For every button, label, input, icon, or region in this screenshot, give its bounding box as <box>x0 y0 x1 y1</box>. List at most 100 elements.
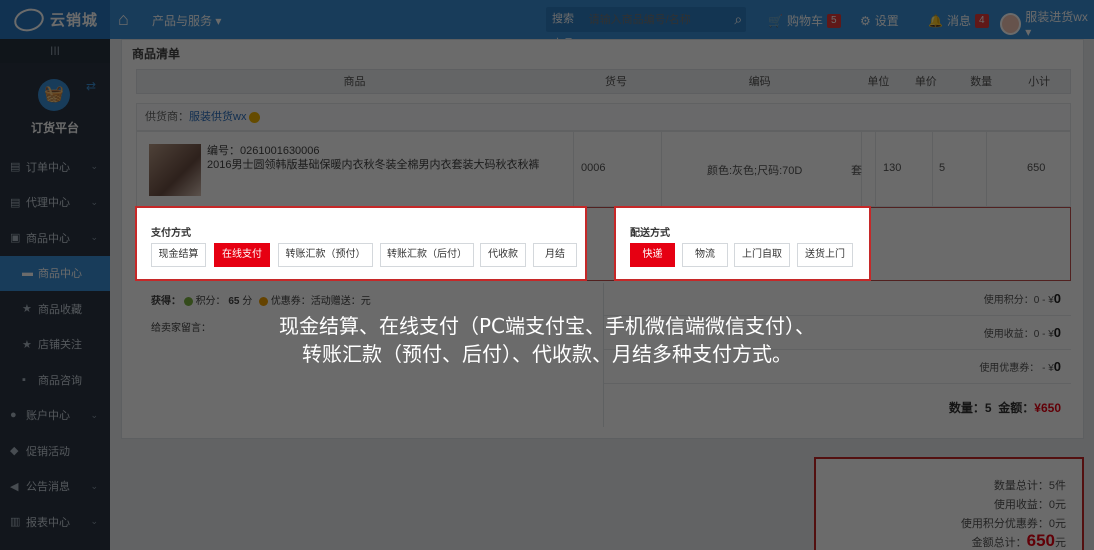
delivery-option-express[interactable]: 快递 <box>630 243 675 267</box>
sidebar-item-goods[interactable]: ▣ 商品中心 ⌄ <box>0 220 110 256</box>
column-divider <box>573 132 574 206</box>
home-icon[interactable]: ⌂ <box>118 9 129 30</box>
product-info: 编号：0261001630006 2016男士圆领韩版基础保暖内衣秋冬装全棉男内… <box>207 144 539 172</box>
sidebar-item-promotions[interactable]: ◆ 促销活动 <box>0 433 110 469</box>
points-used-label: 使用积分：0 - ¥ <box>983 295 1054 306</box>
gain-label: 获得： <box>151 296 181 307</box>
user-menu[interactable]: 服装进货wx ▾ <box>1000 8 1094 39</box>
settings-button[interactable]: ⚙ 设置 <box>860 12 899 29</box>
sidebar-toggle[interactable]: III <box>0 39 110 63</box>
tag-icon: ◆ <box>10 445 19 458</box>
summary-points-coupon: 使用积分优惠券：0元 <box>960 518 1066 530</box>
order-icon: ▤ <box>10 161 21 174</box>
points-used-value: 0 <box>1053 291 1061 306</box>
sidebar-item-label: 公告消息 <box>26 481 70 494</box>
sidebar-item-goods-list[interactable]: ▬ 商品中心 <box>0 255 110 291</box>
summary-amount: 金额总计：650元 <box>972 531 1066 550</box>
column-header: 数量 <box>970 76 993 88</box>
goods-icon: ▣ <box>10 232 21 245</box>
chevron-down-icon: ⌄ <box>90 196 98 207</box>
delivery-option-logistics[interactable]: 物流 <box>682 243 728 267</box>
sidebar-item-label: 商品咨询 <box>38 374 82 387</box>
payment-option-cash[interactable]: 现金结算 <box>151 243 206 267</box>
column-divider <box>661 132 662 206</box>
points-icon <box>183 296 193 306</box>
messages-button[interactable]: 🔔 消息 4 <box>928 12 989 29</box>
products-services-menu[interactable]: 产品与服务 ▾ <box>152 12 221 29</box>
points-label: 积分： <box>195 296 226 307</box>
gain-line: 获得： 积分： 65 分 优惠券：活动赠送：元 <box>151 292 371 307</box>
basket-icon: 🧺 <box>38 79 70 111</box>
payment-method-box: 支付方式 现金结算 在线支付 转账汇款（预付） 转账汇款（后付） 代收款 月结 <box>135 206 587 281</box>
sidebar-item-reports[interactable]: ▥ 报表中心 ⌄ <box>0 504 110 540</box>
search-input[interactable] <box>582 7 731 32</box>
supplier-label: 供货商： <box>145 111 189 123</box>
product-sku: 0006 <box>581 162 606 174</box>
agent-icon: ▤ <box>10 196 21 209</box>
payment-option-online[interactable]: 在线支付 <box>214 243 270 267</box>
payment-option-monthly[interactable]: 月结 <box>533 243 577 267</box>
column-header: 商品 <box>343 76 366 88</box>
delivery-option-home-delivery[interactable]: 送货上门 <box>797 243 853 267</box>
sidebar-item-label: 订单中心 <box>26 161 70 174</box>
divider <box>604 383 1071 384</box>
platform-title: 订货平台 <box>30 121 79 135</box>
product-name[interactable]: 2016男士圆领韩版基础保暖内衣秋冬装全棉男内衣套装大码秋衣秋裤 <box>207 158 539 172</box>
user-icon: ● <box>10 409 17 422</box>
order-summary: 数量总计：5件 使用收益：0元 使用积分优惠券：0元 金额总计：650元 <box>814 457 1084 550</box>
gear-icon: ⚙ <box>860 13 871 28</box>
payment-method-title: 支付方式 <box>151 228 191 239</box>
column-header: 单价 <box>914 76 937 88</box>
chart-icon: ▥ <box>10 516 21 529</box>
chevron-down-icon: ⌄ <box>90 409 98 420</box>
avatar <box>1000 12 1022 35</box>
top-bar: 云销城 ⌂ 产品与服务 ▾ 搜索商品 ▾ ⌕ 🛒 购物车 5 ⚙ 设置 🔔 消息… <box>0 0 1094 50</box>
delivery-option-self-pickup[interactable]: 上门自取 <box>734 243 790 267</box>
sidebar-profile: 🧺 ⇄ 订货平台 <box>0 63 110 149</box>
amount-label: 金额： <box>998 401 1035 415</box>
sidebar-item-agents[interactable]: ▤ 代理中心 ⌄ <box>0 185 110 221</box>
chevron-down-icon: ⌄ <box>90 161 98 172</box>
summary-income: 使用收益：0元 <box>993 499 1066 511</box>
product-qty: 5 <box>939 162 946 174</box>
payment-option-collection[interactable]: 代收款 <box>480 243 526 267</box>
payment-option-transfer-postpaid[interactable]: 转账汇款（后付） <box>380 243 474 267</box>
payment-option-transfer-prepaid[interactable]: 转账汇款（预付） <box>278 243 373 267</box>
user-name: 服装进货wx ▾ <box>1025 10 1088 39</box>
column-header: 货号 <box>604 76 627 88</box>
product-price: 130 <box>883 162 902 174</box>
medal-icon <box>249 111 261 123</box>
messages-label: 消息 <box>946 14 971 28</box>
chevron-down-icon: ⌄ <box>90 516 98 527</box>
sidebar-item-orders[interactable]: ▤ 订单中心 ⌄ <box>0 149 110 185</box>
sidebar-item-announcements[interactable]: ◀ 公告消息 ⌄ <box>0 469 110 505</box>
cart-button[interactable]: 🛒 购物车 5 <box>768 12 841 29</box>
swap-icon[interactable]: ⇄ <box>86 79 96 93</box>
logo[interactable]: 云销城 <box>0 0 110 39</box>
product-subtotal: 650 <box>1027 162 1046 174</box>
sidebar-item-account[interactable]: ● 账户中心 ⌄ <box>0 398 110 434</box>
brand-name: 云销城 <box>50 12 99 29</box>
search-icon[interactable]: ⌕ <box>731 7 746 32</box>
points-unit: 分 <box>242 296 253 307</box>
column-header: 编码 <box>748 76 771 88</box>
row-total: 数量：5 金额：¥650 <box>949 399 1061 416</box>
sidebar-item-label: 商品中心 <box>26 232 70 245</box>
column-divider <box>932 132 933 206</box>
points-value: 65 <box>228 296 240 307</box>
supplier-link[interactable]: 服装供货wx <box>189 111 246 123</box>
coupon-label: 优惠券：活动赠送：元 <box>270 296 371 307</box>
product-image[interactable] <box>149 144 201 196</box>
coupon-icon <box>259 296 269 306</box>
summary-amount-unit: 元 <box>1055 537 1066 549</box>
search-scope-dropdown[interactable]: 搜索商品 ▾ <box>546 7 583 50</box>
column-divider <box>875 132 876 206</box>
goods-list-icon: ▬ <box>22 267 33 280</box>
cart-icon: 🛒 <box>768 13 783 28</box>
column-header: 小计 <box>1028 76 1051 88</box>
column-divider <box>986 132 987 206</box>
search-bar: 搜索商品 ▾ ⌕ <box>546 7 746 50</box>
bell-icon: 🔔 <box>928 13 943 28</box>
sidebar-item-label: 商品中心 <box>38 268 82 281</box>
delivery-method-title: 配送方式 <box>630 228 670 239</box>
